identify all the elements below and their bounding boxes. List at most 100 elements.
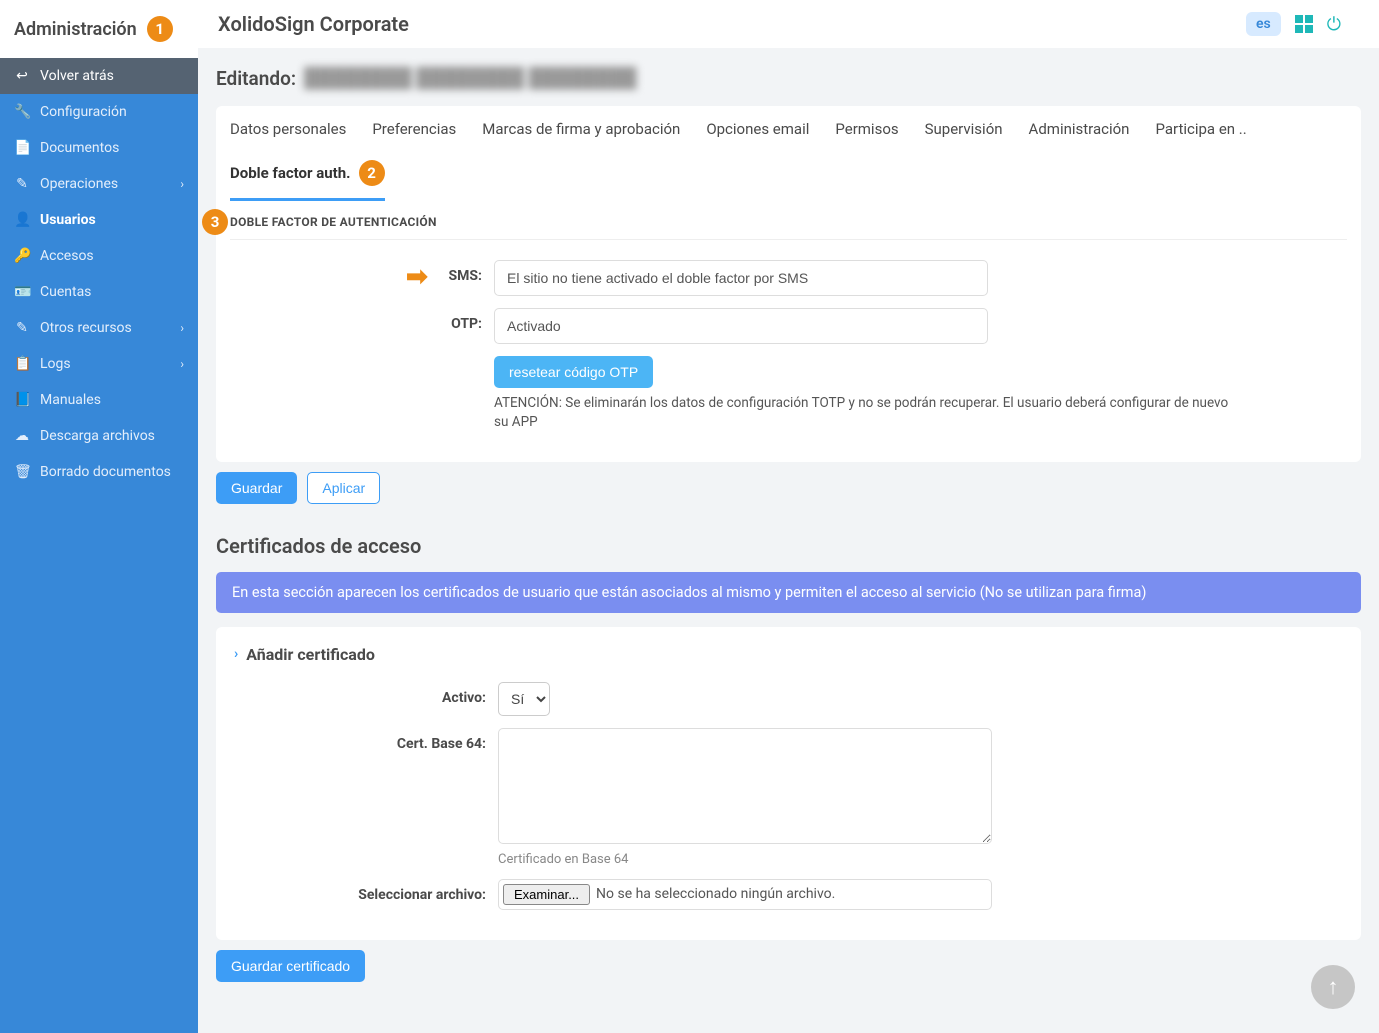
sidebar: Administración 1 ↩ Volver atrás 🔧 Config… [0, 0, 198, 1033]
annotation-badge-2: 2 [359, 160, 385, 186]
main: XolidoSign Corporate es ⏻ Editando: ████… [198, 0, 1379, 1033]
file-picker[interactable]: Examinar... No se ha seleccionado ningún… [498, 879, 992, 910]
annotation-badge-3: 3 [202, 209, 228, 235]
editing-username: ████████ ████████ ████████ [304, 66, 637, 90]
sidebar-item-configuracion[interactable]: 🔧 Configuración [0, 94, 198, 130]
sidebar-item-otros-recursos[interactable]: ✎ Otros recursos › [0, 310, 198, 346]
user-icon: 👤 [14, 212, 30, 228]
sidebar-item-descarga-archivos[interactable]: ☁ Descarga archivos [0, 418, 198, 454]
cert-b64-label: Cert. Base 64: [240, 728, 486, 752]
sidebar-item-logs[interactable]: 📋 Logs › [0, 346, 198, 382]
sidebar-item-label: Borrado documentos [40, 464, 171, 480]
chevron-right-icon: › [180, 357, 184, 371]
sidebar-item-label: Descarga archivos [40, 428, 155, 444]
topbar: XolidoSign Corporate es ⏻ [198, 0, 1379, 48]
tab-supervision[interactable]: Supervisión [925, 120, 1003, 150]
sms-field[interactable] [494, 260, 988, 296]
reply-icon: ↩ [14, 68, 30, 84]
browse-button[interactable]: Examinar... [503, 884, 590, 905]
tab-opciones-email[interactable]: Opciones email [706, 120, 809, 150]
apps-grid-icon[interactable] [1295, 15, 1313, 33]
sidebar-item-label: Usuarios [40, 212, 96, 228]
key-icon: 🔑 [14, 248, 30, 264]
file-none-text: No se ha seleccionado ningún archivo. [596, 886, 835, 902]
row-sms: ➡ SMS: [236, 260, 1341, 296]
tab-administracion[interactable]: Administración [1029, 120, 1130, 150]
reset-otp-button[interactable]: resetear código OTP [494, 356, 653, 388]
sidebar-item-operaciones[interactable]: ✎ Operaciones › [0, 166, 198, 202]
add-certificate-toggle[interactable]: › Añadir certificado [234, 645, 1343, 664]
sidebar-item-label: Manuales [40, 392, 101, 408]
sidebar-item-usuarios[interactable]: 👤 Usuarios [0, 202, 198, 238]
activo-select[interactable]: Sí [498, 682, 550, 716]
tab-preferencias[interactable]: Preferencias [372, 120, 456, 150]
language-selector[interactable]: es [1246, 12, 1281, 36]
sidebar-item-label: Otros recursos [40, 320, 132, 336]
row-file: Seleccionar archivo: Examinar... No se h… [240, 879, 1337, 910]
cert-b64-textarea[interactable] [498, 728, 992, 844]
power-icon[interactable]: ⏻ [1327, 14, 1341, 35]
id-card-icon: 🪪 [14, 284, 30, 300]
row-reset-otp: resetear código OTP ATENCIÓN: Se elimina… [236, 356, 1341, 432]
wrench-icon: 🔧 [14, 104, 30, 120]
otp-warning-text: ATENCIÓN: Se eliminarán los datos de con… [494, 394, 1234, 432]
sidebar-item-label: Logs [40, 356, 71, 372]
chevron-right-icon: › [180, 177, 184, 191]
arrow-right-icon: ➡ [406, 262, 428, 292]
brand-title: XolidoSign Corporate [218, 12, 409, 36]
trash-icon: 🗑 [14, 464, 30, 480]
sidebar-item-label: Accesos [40, 248, 94, 264]
otp-label: OTP: [236, 308, 482, 332]
list-icon: 📋 [14, 356, 30, 372]
tabs: Datos personales Preferencias Marcas de … [216, 106, 1361, 201]
sidebar-item-manuales[interactable]: 📘 Manuales [0, 382, 198, 418]
save-apply-row: Guardar Aplicar [216, 472, 1361, 504]
tab-marcas-firma[interactable]: Marcas de firma y aprobación [482, 120, 680, 150]
scroll-top-button[interactable]: ↑ [1311, 965, 1355, 1009]
sidebar-item-back[interactable]: ↩ Volver atrás [0, 58, 198, 94]
apply-button[interactable]: Aplicar [307, 472, 380, 504]
sidebar-item-cuentas[interactable]: 🪪 Cuentas [0, 274, 198, 310]
editing-prefix: Editando: [216, 67, 296, 90]
admin-title: Administración [14, 19, 137, 40]
chevron-right-icon: › [180, 321, 184, 335]
sidebar-item-label: Configuración [40, 104, 127, 120]
tab-permisos[interactable]: Permisos [835, 120, 898, 150]
edit-icon: ✎ [14, 320, 30, 336]
annotation-badge-1: 1 [147, 16, 173, 42]
activo-label: Activo: [240, 682, 486, 706]
add-certificate-label: Añadir certificado [246, 645, 375, 664]
certs-section-title: Certificados de acceso [216, 534, 1361, 558]
file-label: Seleccionar archivo: [240, 879, 486, 903]
sidebar-item-borrado-documentos[interactable]: 🗑 Borrado documentos [0, 454, 198, 490]
save-certificate-button[interactable]: Guardar certificado [216, 950, 365, 982]
row-otp: OTP: [236, 308, 1341, 344]
sidebar-item-label: Operaciones [40, 176, 118, 192]
tab-doble-factor-label: Doble factor auth. [230, 164, 351, 182]
form-area: ➡ SMS: OTP: [230, 240, 1347, 432]
sidebar-header: Administración 1 [0, 0, 198, 58]
content-area: Editando: ████████ ████████ ████████ Dat… [198, 48, 1379, 1033]
sidebar-item-label: Cuentas [40, 284, 91, 300]
sidebar-item-label: Documentos [40, 140, 119, 156]
book-icon: 📘 [14, 392, 30, 408]
sidebar-back-label: Volver atrás [40, 68, 114, 84]
tab-doble-factor[interactable]: Doble factor auth. 2 [230, 160, 385, 201]
sidebar-nav: ↩ Volver atrás 🔧 Configuración 📄 Documen… [0, 58, 198, 1033]
tab-participa-en[interactable]: Participa en .. [1155, 120, 1246, 150]
row-activo: Activo: Sí [240, 682, 1337, 716]
edit-icon: ✎ [14, 176, 30, 192]
file-icon: 📄 [14, 140, 30, 156]
sms-label: ➡ SMS: [236, 260, 482, 284]
editing-heading: Editando: ████████ ████████ ████████ [216, 48, 1361, 106]
sidebar-item-accesos[interactable]: 🔑 Accesos [0, 238, 198, 274]
chevron-right-icon: › [234, 646, 238, 662]
panel-head-title: DOBLE FACTOR DE AUTENTICACIÓN [230, 215, 437, 229]
save-button[interactable]: Guardar [216, 472, 297, 504]
certs-info-banner: En esta sección aparecen los certificado… [216, 572, 1361, 613]
save-cert-row: Guardar certificado [216, 950, 1361, 982]
row-cert-b64: Cert. Base 64: Certificado en Base 64 [240, 728, 1337, 867]
sidebar-item-documentos[interactable]: 📄 Documentos [0, 130, 198, 166]
tab-datos-personales[interactable]: Datos personales [230, 120, 346, 150]
otp-field[interactable] [494, 308, 988, 344]
